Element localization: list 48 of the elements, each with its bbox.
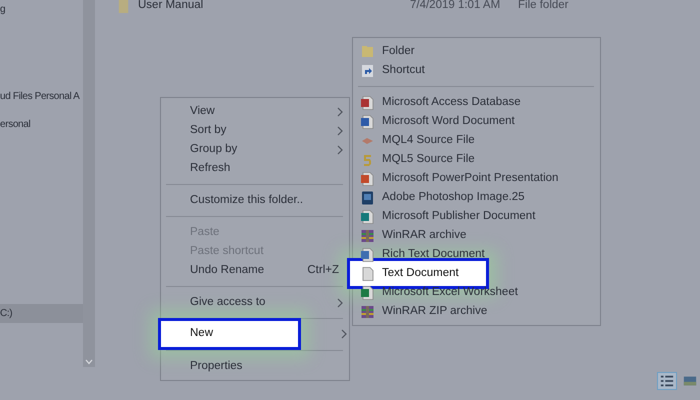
menu-item[interactable]: Microsoft PowerPoint Presentation: [353, 169, 600, 188]
shortcut-text: Ctrl+Z: [307, 262, 339, 278]
menu-item[interactable]: Sort by: [161, 121, 349, 140]
date-modified: 7/4/2019 1:01 AM: [410, 0, 502, 13]
menu-item[interactable]: Group by: [161, 140, 349, 159]
view-button[interactable]: [657, 372, 677, 390]
folder-icon: [117, 0, 130, 13]
menu-item[interactable]: WinRAR ZIP archive: [353, 302, 600, 321]
menu-item[interactable]: Undo Rename Ctrl+Z: [161, 261, 349, 280]
menu-item[interactable]: Properties: [161, 357, 349, 376]
menu-item[interactable]: Microsoft Publisher Document: [353, 207, 600, 226]
publication-file-icon: [361, 210, 374, 224]
shortcut-icon: [361, 64, 374, 78]
details-view-icon: [660, 374, 674, 388]
presentation-file-icon: [361, 172, 374, 186]
nav-item[interactable]: ud Files Personal A: [0, 87, 83, 106]
menu-item[interactable]: MQL5 Source File: [353, 150, 600, 169]
menu-item[interactable]: Shortcut: [353, 61, 600, 80]
menu-item[interactable]: Refresh: [161, 159, 349, 178]
chevron-right-icon: [341, 329, 347, 339]
menu-item[interactable]: Microsoft Access Database: [353, 93, 600, 112]
file-type: File folder: [518, 0, 568, 13]
spreadsheet-file-icon: [361, 286, 374, 300]
image-file-icon: [361, 190, 374, 204]
menu-item[interactable]: WinRAR archive: [353, 226, 600, 245]
scrollbar[interactable]: [83, 0, 95, 367]
menu-item[interactable]: Microsoft Word Document: [353, 112, 600, 131]
document-file-icon: [361, 114, 374, 128]
menu-item[interactable]: Customize this folder..: [161, 191, 349, 210]
folder-icon: [361, 44, 374, 58]
menu-item[interactable]: Adobe Photoshop Image.25: [353, 188, 600, 207]
menu-item[interactable]: Folder: [353, 42, 600, 61]
archive-icon: [361, 228, 374, 242]
chevron-right-icon: [337, 298, 343, 308]
nav-item[interactable]: g: [0, 0, 83, 19]
menu-item[interactable]: View: [161, 102, 349, 121]
scroll-down-icon[interactable]: [85, 359, 93, 365]
database-file-icon: [361, 96, 374, 110]
menu-item[interactable]: Give access to: [161, 293, 349, 312]
file-name[interactable]: User Manual: [138, 0, 410, 13]
archive-icon: [361, 304, 374, 318]
nav-item[interactable]: C:): [0, 304, 83, 323]
large-icons-view-icon: [683, 374, 697, 388]
document-file-icon: [361, 248, 374, 262]
menu-item[interactable]: MQL4 Source File: [353, 131, 600, 150]
text-file-icon: [361, 266, 374, 280]
source-file-icon: [361, 152, 374, 166]
nav-item[interactable]: ersonal: [0, 115, 83, 134]
